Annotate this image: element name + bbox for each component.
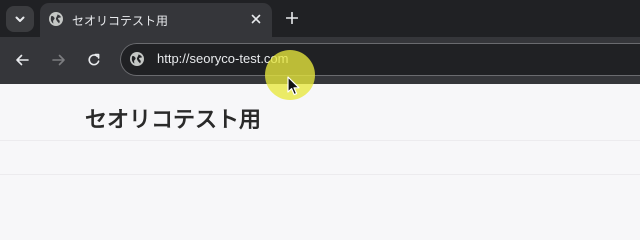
page-title: セオリコテスト用 xyxy=(85,108,262,133)
arrow-left-icon xyxy=(16,54,29,66)
back-button[interactable] xyxy=(11,49,33,71)
plus-icon xyxy=(286,12,298,24)
globe-icon[interactable] xyxy=(129,51,145,67)
divider xyxy=(0,140,640,141)
new-tab-button[interactable] xyxy=(282,8,302,28)
reload-button[interactable] xyxy=(83,49,105,71)
browser-toolbar: http://seoryco-test.com xyxy=(0,37,640,84)
page-content: セオリコテスト用 xyxy=(0,84,640,210)
mouse-pointer-icon xyxy=(287,76,300,96)
globe-icon xyxy=(49,12,63,26)
address-bar[interactable]: http://seoryco-test.com xyxy=(120,43,640,76)
tab-close-button[interactable] xyxy=(248,11,264,27)
tab-search-button[interactable] xyxy=(6,6,34,32)
tab-title: セオリコテスト用 xyxy=(72,14,169,28)
chevron-down-icon xyxy=(15,16,25,22)
divider xyxy=(0,174,640,175)
reload-icon xyxy=(88,53,100,66)
browser-tab[interactable]: セオリコテスト用 xyxy=(40,3,272,37)
tab-strip: セオリコテスト用 xyxy=(0,0,640,37)
close-icon xyxy=(251,14,261,24)
forward-button[interactable] xyxy=(48,49,70,71)
arrow-right-icon xyxy=(52,54,65,66)
